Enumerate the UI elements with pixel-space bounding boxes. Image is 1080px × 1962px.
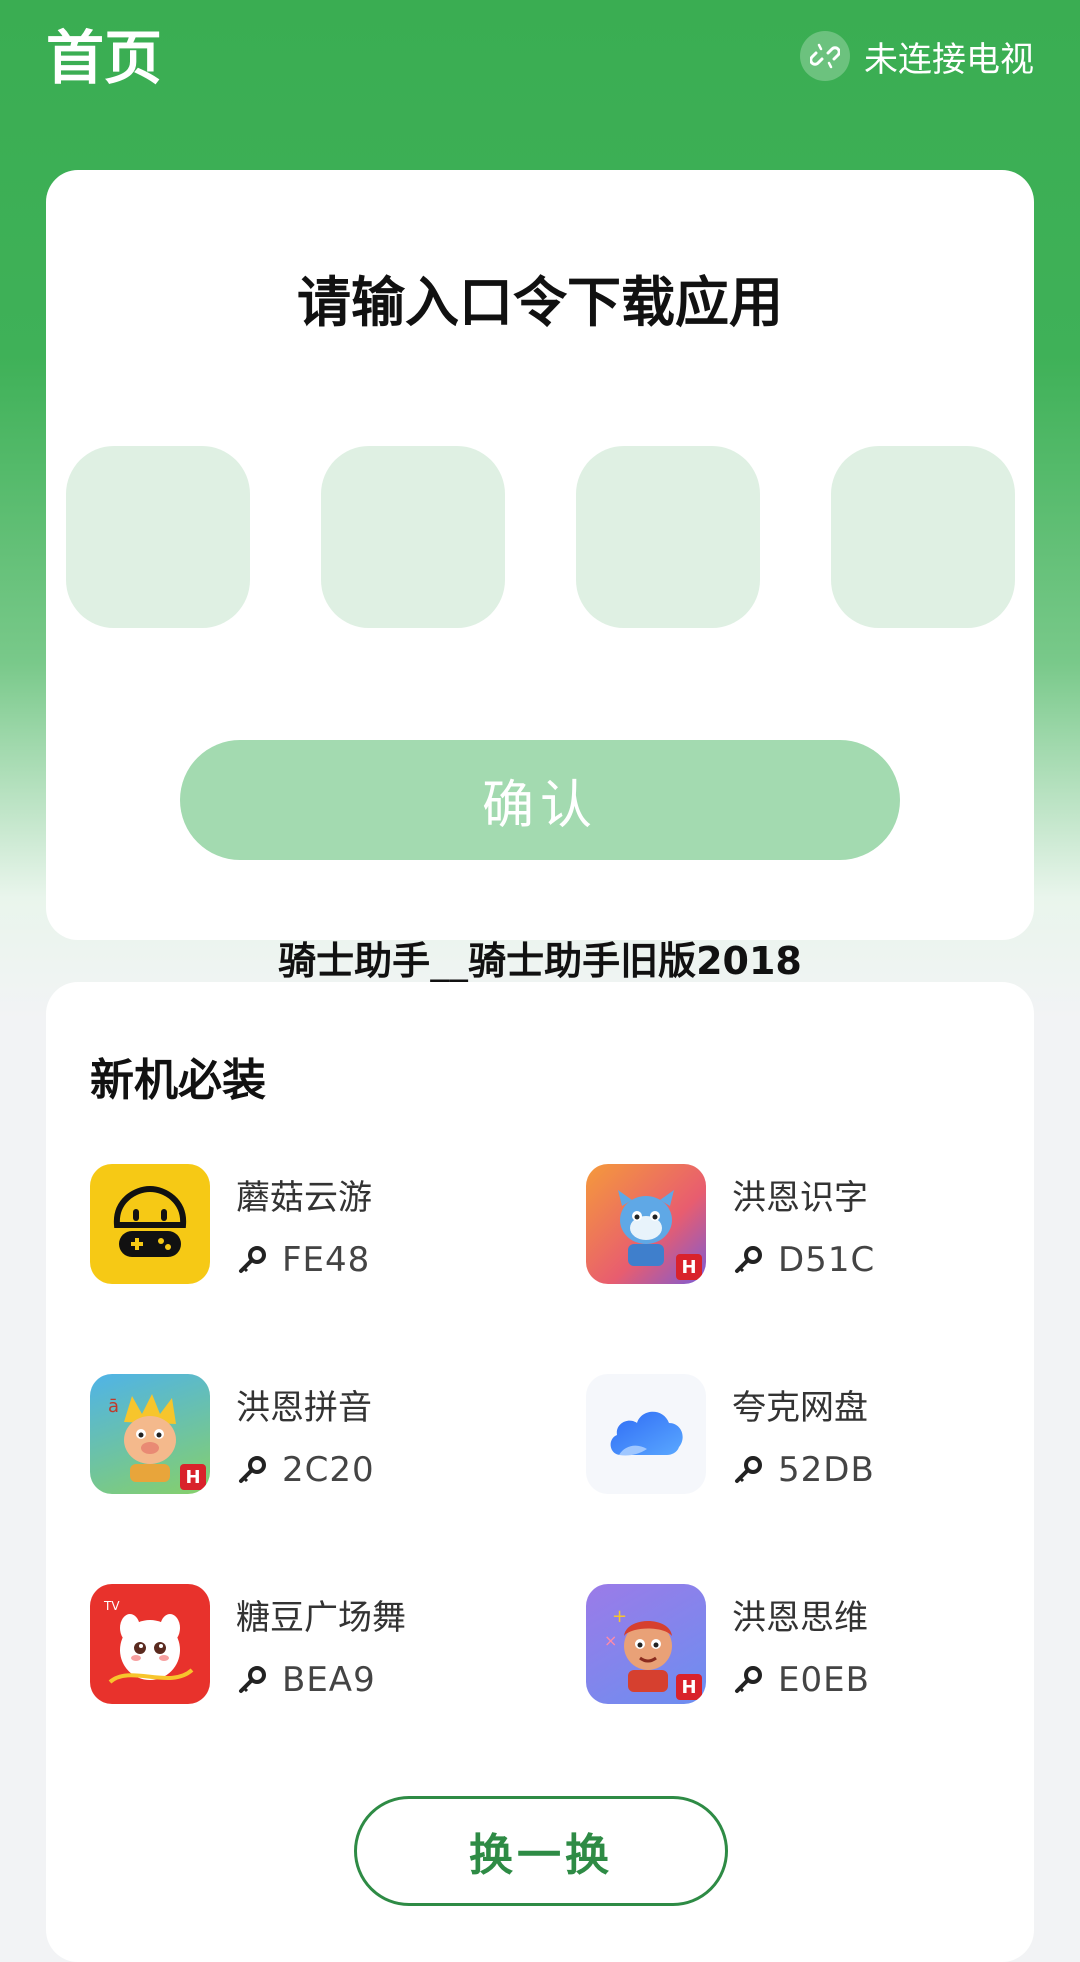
app-code: FE48 [236, 1240, 370, 1280]
code-entry-card: 请输入口令下载应用 确认 [46, 170, 1034, 940]
section-title: 新机必装 [90, 1055, 266, 1106]
swap-button[interactable]: 换一换 [354, 1796, 728, 1906]
app-name: 洪恩拼音 [236, 1388, 372, 1428]
code-input-4[interactable] [831, 446, 1015, 628]
page-title: 首页 [46, 24, 163, 92]
app-code: 52DB [732, 1450, 875, 1490]
app-name: 蘑菇云游 [236, 1178, 372, 1218]
hongen-badge: H [180, 1464, 206, 1490]
app-item-hongen-pinyin[interactable]: ā H 洪恩拼音 2C20 [90, 1374, 490, 1504]
app-code-text: 52DB [778, 1450, 875, 1490]
app-code-text: D51C [778, 1240, 876, 1280]
tv-connection-status[interactable]: 未连接电视 [800, 28, 1034, 84]
key-icon [735, 1666, 762, 1693]
svg-text:+: + [612, 1606, 627, 1627]
app-code-text: BEA9 [282, 1660, 376, 1700]
app-item-mogu[interactable]: 蘑菇云游 FE48 [90, 1164, 490, 1294]
tv-status-label: 未连接电视 [864, 39, 1034, 80]
app-item-hongen-siwei[interactable]: + × H 洪恩思维 E0EB [586, 1584, 986, 1714]
app-name: 洪恩思维 [732, 1598, 868, 1638]
watermark-text: 骑士助手__骑士助手旧版2018 [278, 939, 802, 983]
code-input-1[interactable] [66, 446, 250, 628]
confirm-button[interactable]: 确认 [180, 740, 900, 860]
app-code-text: 2C20 [282, 1450, 375, 1490]
app-code: BEA9 [236, 1660, 376, 1700]
app-code: E0EB [732, 1660, 870, 1700]
key-icon [239, 1246, 266, 1273]
app-item-quark[interactable]: 夸克网盘 52DB [586, 1374, 986, 1504]
app-code-text: FE48 [282, 1240, 371, 1280]
key-icon [735, 1246, 762, 1273]
mushroom-gamepad-icon [90, 1164, 210, 1284]
quark-cloud-icon [586, 1374, 706, 1494]
app-name: 夸克网盘 [732, 1388, 868, 1428]
hongen-shizi-icon: H [586, 1164, 706, 1284]
broken-link-icon [800, 31, 850, 81]
key-icon [239, 1666, 266, 1693]
app-name: 洪恩识字 [732, 1178, 868, 1218]
key-icon [735, 1456, 762, 1483]
app-item-tangdou[interactable]: TV 糖豆广场舞 BEA9 [90, 1584, 490, 1714]
svg-text:×: × [604, 1631, 617, 1650]
tangdou-icon: TV [90, 1584, 210, 1704]
pinyin-glyph: ā [108, 1396, 119, 1417]
hongen-badge: H [676, 1254, 702, 1280]
app-code: 2C20 [236, 1450, 375, 1490]
app-name: 糖豆广场舞 [236, 1598, 406, 1638]
hongen-badge: H [676, 1674, 702, 1700]
code-input-3[interactable] [576, 446, 760, 628]
app-code: D51C [732, 1240, 875, 1280]
recommended-apps-card: 新机必装 蘑菇云游 FE48 H 洪恩识字 D51C ā H 洪恩拼音 2C20… [46, 982, 1034, 1962]
app-code-text: E0EB [778, 1660, 870, 1700]
code-card-title: 请输入口令下载应用 [297, 271, 783, 334]
code-input-group [66, 446, 1015, 628]
app-item-hongen-shizi[interactable]: H 洪恩识字 D51C [586, 1164, 986, 1294]
top-bar: 首页 未连接电视 [0, 0, 1080, 120]
key-icon [239, 1456, 266, 1483]
hongen-siwei-icon: + × H [586, 1584, 706, 1704]
code-input-2[interactable] [321, 446, 505, 628]
hongen-pinyin-icon: ā H [90, 1374, 210, 1494]
tv-badge-text: TV [103, 1599, 120, 1613]
